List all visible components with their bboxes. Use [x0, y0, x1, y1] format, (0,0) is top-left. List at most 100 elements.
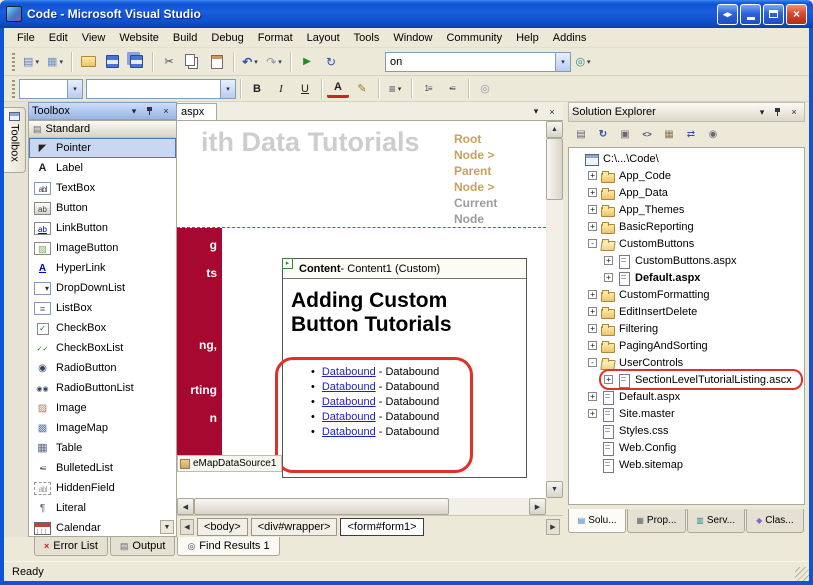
tree-item[interactable]: Filtering	[569, 320, 804, 337]
tree-expander-icon[interactable]	[588, 171, 597, 180]
toolbox-item[interactable]: Image	[29, 398, 176, 418]
resize-grip[interactable]	[795, 567, 809, 581]
window-menu-icon[interactable]: ▾	[755, 106, 769, 119]
window-nav-button[interactable]: ◂▸	[717, 4, 738, 25]
nav-text-fragment[interactable]: ng,	[199, 338, 217, 352]
breadcrumb-node[interactable]: Node >	[454, 179, 540, 195]
toolbox-header[interactable]: Toolbox ▾ ×	[28, 102, 177, 120]
nav-text-fragment[interactable]: g	[210, 238, 217, 252]
toolbox-item[interactable]: RadioButton	[29, 358, 176, 378]
titlebar[interactable]: Code - Microsoft Visual Studio ◂▸ ×	[0, 0, 813, 28]
new-website-icon[interactable]	[20, 51, 42, 73]
breadcrumb[interactable]: RootNode >ParentNode >CurrentNode	[454, 131, 540, 227]
toolbox-item[interactable]: ImageMap	[29, 418, 176, 438]
tree-item[interactable]: CustomFormatting	[569, 286, 804, 303]
navigate-options-icon[interactable]	[572, 51, 594, 73]
breadcrumb-node[interactable]: Node >	[454, 147, 540, 163]
menu-item[interactable]: Website	[112, 29, 166, 47]
combobox-dropdown-icon[interactable]: ▾	[220, 80, 235, 98]
tree-item[interactable]: Default.aspx	[569, 269, 804, 286]
breadcrumb-node[interactable]: Node	[454, 211, 540, 227]
toolbox-item[interactable]: Literal	[29, 498, 176, 518]
tree-expander-icon[interactable]	[588, 290, 597, 299]
copy-icon[interactable]	[182, 51, 204, 73]
toolbox-item[interactable]: HyperLink	[29, 258, 176, 278]
combobox-dropdown-icon[interactable]: ▾	[67, 80, 82, 98]
solution-explorer-header[interactable]: Solution Explorer ▾ ×	[568, 102, 805, 122]
view-designer-icon[interactable]	[659, 126, 679, 144]
cut-icon[interactable]	[158, 51, 180, 73]
toolbox-group-standard[interactable]: Standard	[29, 121, 176, 138]
tree-item[interactable]: CustomButtons	[569, 235, 804, 252]
add-new-item-icon[interactable]	[44, 51, 66, 73]
document-list-icon[interactable]: ▾	[529, 105, 543, 118]
menu-item[interactable]: Window	[386, 29, 439, 47]
smart-tag-icon[interactable]: ▸	[282, 258, 293, 269]
window-menu-icon[interactable]: ▾	[127, 105, 141, 118]
tag-nav-left-icon[interactable]: ◀	[180, 519, 194, 535]
view-code-icon[interactable]	[637, 126, 657, 144]
scroll-up-icon[interactable]: ▲	[546, 121, 563, 138]
toolbox-item[interactable]: Label	[29, 158, 176, 178]
tree-item[interactable]: App_Data	[569, 184, 804, 201]
site-header-text[interactable]: ith Data Tutorials	[201, 127, 420, 158]
save-icon[interactable]	[101, 51, 123, 73]
toolbox-item[interactable]: RadioButtonList	[29, 378, 176, 398]
tree-item[interactable]: PagingAndSorting	[569, 337, 804, 354]
tree-expander-icon[interactable]	[588, 222, 597, 231]
toolbox-item[interactable]: CheckBoxList	[29, 338, 176, 358]
breadcrumb-node[interactable]: Current	[454, 195, 540, 211]
toolbox-scroll-down-button[interactable]: ▼	[160, 520, 174, 534]
tool-window-tab[interactable]: Solu...	[568, 509, 626, 533]
tree-expander-icon[interactable]	[588, 239, 597, 248]
close-icon[interactable]: ×	[787, 106, 801, 119]
italic-icon[interactable]	[270, 78, 292, 100]
tree-item[interactable]: App_Themes	[569, 201, 804, 218]
toolbar-grip[interactable]	[12, 53, 15, 71]
tree-item[interactable]: App_Code	[569, 167, 804, 184]
bottom-panel-tab[interactable]: Error List	[34, 537, 108, 556]
nav-text-fragment[interactable]: ts	[206, 266, 217, 280]
menu-item[interactable]: View	[75, 29, 113, 47]
sync-icon[interactable]	[320, 51, 342, 73]
nav-text-fragment[interactable]: n	[210, 411, 217, 425]
design-surface[interactable]: ith Data Tutorials RootNode >ParentNode …	[177, 121, 546, 498]
bulleted-list-icon[interactable]	[441, 78, 463, 100]
tree-item[interactable]: Web.Config	[569, 439, 804, 456]
vertical-scrollbar[interactable]: ▲ ▼	[546, 121, 563, 498]
menu-item[interactable]: Addins	[546, 29, 594, 47]
properties-icon[interactable]	[571, 126, 591, 144]
pin-icon[interactable]	[771, 106, 785, 119]
refresh-icon[interactable]	[593, 126, 613, 144]
menu-item[interactable]: Community	[439, 29, 509, 47]
close-document-icon[interactable]: ×	[545, 105, 559, 118]
toolbox-item[interactable]: DropDownList	[29, 278, 176, 298]
bottom-panel-tab[interactable]: Output	[110, 537, 176, 556]
tag-nav-right-icon[interactable]: ▶	[546, 519, 560, 535]
toolbox-item[interactable]: ImageButton	[29, 238, 176, 258]
bottom-panel-tab[interactable]: Find Results 1	[177, 537, 279, 556]
menu-item[interactable]: Layout	[300, 29, 347, 47]
tree-expander-icon[interactable]	[588, 409, 597, 418]
style-combobox[interactable]: ▾	[19, 79, 83, 99]
tree-item[interactable]: Web.sitemap	[569, 456, 804, 473]
tree-expander-icon[interactable]	[604, 375, 613, 384]
content-placeholder-header[interactable]: ▸ Content - Content1 (Custom)	[283, 259, 526, 279]
toolbox-item[interactable]: Calendar	[29, 518, 176, 537]
nest-related-files-icon[interactable]	[615, 126, 635, 144]
tree-item[interactable]: Site.master	[569, 405, 804, 422]
toolbox-item[interactable]: TextBox	[29, 178, 176, 198]
toolbox-item[interactable]: CheckBox	[29, 318, 176, 338]
paste-icon[interactable]	[206, 51, 228, 73]
tree-expander-icon[interactable]	[604, 256, 613, 265]
maximize-button[interactable]	[763, 4, 784, 25]
tree-expander-icon[interactable]	[588, 307, 597, 316]
tool-window-tab[interactable]: Clas...	[746, 509, 804, 533]
scrollbar-thumb[interactable]	[546, 138, 563, 200]
redo-icon[interactable]	[263, 51, 285, 73]
aspnet-configuration-icon[interactable]	[703, 126, 723, 144]
tree-expander-icon[interactable]	[588, 341, 597, 350]
pin-icon[interactable]	[143, 105, 157, 118]
menu-item[interactable]: Tools	[347, 29, 387, 47]
tree-item[interactable]: BasicReporting	[569, 218, 804, 235]
